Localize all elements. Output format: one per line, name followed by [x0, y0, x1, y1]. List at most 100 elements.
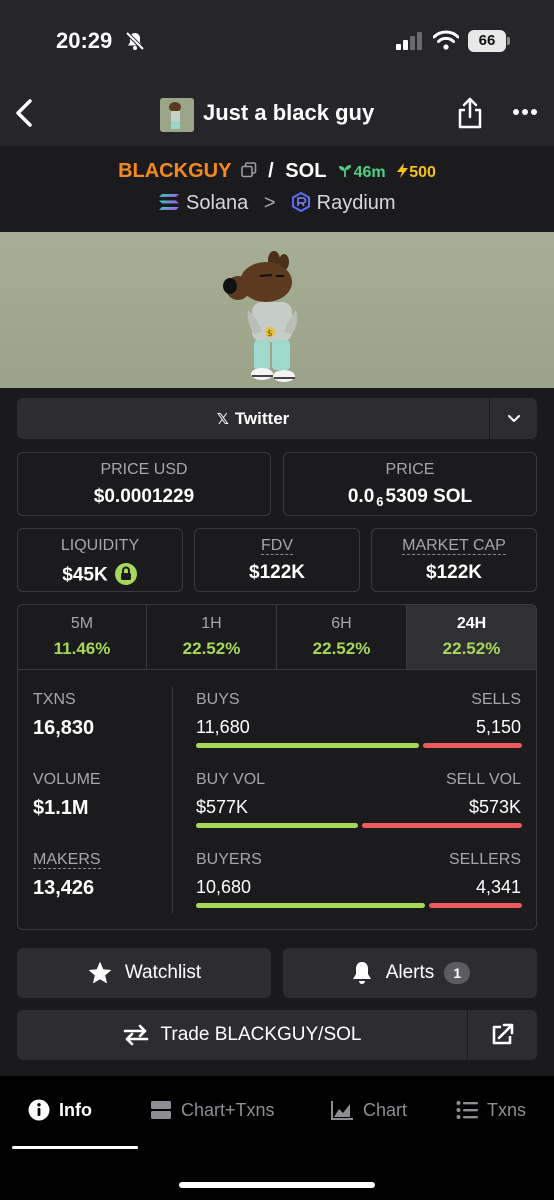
- fdv-card[interactable]: FDV $122K: [194, 528, 360, 592]
- swap-arrows-icon: [123, 1024, 148, 1046]
- buy-volume-label: BUY VOL: [196, 771, 266, 788]
- raydium-icon: [292, 192, 311, 213]
- nav-info[interactable]: Info: [28, 1096, 92, 1124]
- battery-indicator: 66: [468, 30, 506, 52]
- back-arrow-icon[interactable]: [10, 96, 40, 130]
- buys-label: BUYS: [196, 691, 240, 708]
- volume-label: VOLUME: [33, 771, 101, 788]
- tab-label: 6H: [331, 615, 352, 632]
- buyers-value: 10,680: [196, 877, 252, 897]
- twitter-label: Twitter: [234, 409, 290, 428]
- watchlist-button[interactable]: Watchlist: [17, 948, 271, 998]
- liquidity-label: LIQUIDITY: [60, 537, 140, 554]
- buy-volume-bar: [196, 823, 358, 828]
- nav-chart[interactable]: Chart: [330, 1096, 407, 1124]
- share-icon[interactable]: [456, 96, 484, 130]
- more-options-icon[interactable]: [512, 108, 538, 116]
- fdv-value: $122K: [249, 562, 305, 583]
- boost-count: 500: [397, 163, 436, 181]
- sell-volume-value: $573K: [468, 797, 521, 817]
- external-link-icon: [492, 1023, 514, 1045]
- price-native-value: 0.0 6 5309 SOL: [284, 486, 536, 509]
- layout-icon: [151, 1101, 171, 1119]
- seedling-icon: [338, 165, 351, 177]
- alerts-count-badge: 1: [444, 962, 471, 984]
- tab-label: 5M: [70, 615, 94, 632]
- volume-value: $1.1M: [33, 797, 89, 819]
- nav-info-label: Info: [59, 1099, 92, 1120]
- page-title: Just a black guy: [203, 100, 375, 125]
- nav-txns-label: Txns: [487, 1099, 527, 1120]
- sell-volume-bar: [362, 823, 522, 828]
- dex-name[interactable]: Raydium: [317, 192, 396, 214]
- price-native-card: PRICE 0.0 6 5309 SOL: [283, 452, 537, 516]
- token-mascot-image: $: [223, 251, 298, 382]
- bell-slash-icon: [125, 31, 145, 51]
- tab-change: 22.52%: [442, 639, 501, 658]
- market-cap-card[interactable]: MARKET CAP $122K: [371, 528, 537, 592]
- trade-label: Trade BLACKGUY/SOL: [160, 1024, 362, 1045]
- sells-bar: [423, 743, 522, 748]
- top-navigation: Just a black guy: [0, 84, 554, 146]
- nav-chart-label: Chart: [363, 1099, 408, 1120]
- tab-6h[interactable]: 6H 22.52%: [276, 605, 406, 669]
- chain-dex-line: Solana > Raydium: [0, 192, 554, 215]
- battery-tip: [507, 37, 510, 45]
- twitter-link: 𝕏 Twitter: [17, 398, 537, 439]
- bell-icon: [352, 962, 371, 984]
- sell-volume-label: SELL VOL: [445, 771, 521, 788]
- alerts-button[interactable]: Alerts 1: [283, 948, 537, 998]
- signal-icon: [396, 32, 422, 50]
- tab-1h[interactable]: 1H 22.52%: [146, 605, 276, 669]
- liquidity-card: LIQUIDITY $45K: [17, 528, 183, 592]
- liquidity-value: $45K: [18, 562, 182, 589]
- svg-text:$: $: [267, 329, 273, 339]
- open-external-button[interactable]: [467, 1010, 537, 1060]
- pair-line: BLACKGUY / SOL 46m 500: [0, 160, 554, 183]
- pair-age-value: 46m: [353, 164, 386, 181]
- base-symbol: BLACKGUY: [118, 160, 232, 182]
- makers-value: 13,426: [33, 877, 95, 899]
- buyers-bar: [196, 903, 425, 908]
- token-avatar: [160, 98, 194, 132]
- trade-bar: Trade BLACKGUY/SOL: [17, 1010, 537, 1060]
- lock-icon[interactable]: [114, 562, 138, 586]
- copy-icon[interactable]: [240, 162, 257, 178]
- sells-value: 5,150: [475, 717, 521, 737]
- lightning-icon: [397, 163, 409, 178]
- nav-chart-txns[interactable]: Chart+Txns: [150, 1096, 275, 1124]
- tab-change: 22.52%: [312, 639, 371, 658]
- tab-5m[interactable]: 5M 11.46%: [18, 605, 146, 669]
- alerts-label: Alerts: [385, 962, 435, 983]
- price-usd-card: PRICE USD $0.0001229: [17, 452, 271, 516]
- buys-value: 11,680: [196, 717, 250, 737]
- solana-icon: [159, 194, 180, 211]
- sellers-value: 4,341: [475, 877, 521, 897]
- active-tab-indicator: [12, 1146, 138, 1149]
- sells-label: SELLS: [471, 691, 521, 708]
- tab-label: 1H: [201, 615, 222, 632]
- buyers-label: BUYERS: [196, 851, 262, 868]
- txns-value: 16,830: [33, 717, 95, 739]
- price-usd-label: PRICE USD: [100, 461, 188, 478]
- tab-24h[interactable]: 24H 22.52%: [406, 605, 536, 669]
- twitter-button[interactable]: 𝕏 Twitter: [17, 398, 489, 439]
- trade-button[interactable]: Trade BLACKGUY/SOL: [17, 1010, 467, 1060]
- nav-txns[interactable]: Txns: [456, 1096, 526, 1124]
- liquidity-amount: $45K: [62, 564, 108, 586]
- status-time: 20:29: [56, 28, 113, 53]
- price-lead: 0.0: [347, 486, 375, 507]
- chain-name[interactable]: Solana: [186, 192, 248, 214]
- wifi-icon: [433, 30, 459, 50]
- nav-chart-txns-label: Chart+Txns: [181, 1099, 275, 1120]
- timeframe-tabs: 5M 11.46% 1H 22.52% 6H 22.52% 24H 22.52%: [18, 605, 536, 670]
- quote-symbol: SOL: [285, 160, 327, 182]
- pair-age: 46m: [338, 164, 386, 181]
- status-bar: 20:29 66: [0, 0, 554, 84]
- chevron-right-icon: >: [263, 192, 276, 214]
- socials-dropdown-button[interactable]: [489, 398, 537, 439]
- fdv-label: FDV: [261, 537, 293, 555]
- market-cap-label: MARKET CAP: [402, 537, 506, 555]
- buys-bar: [196, 743, 419, 748]
- chevron-down-icon: [508, 415, 520, 422]
